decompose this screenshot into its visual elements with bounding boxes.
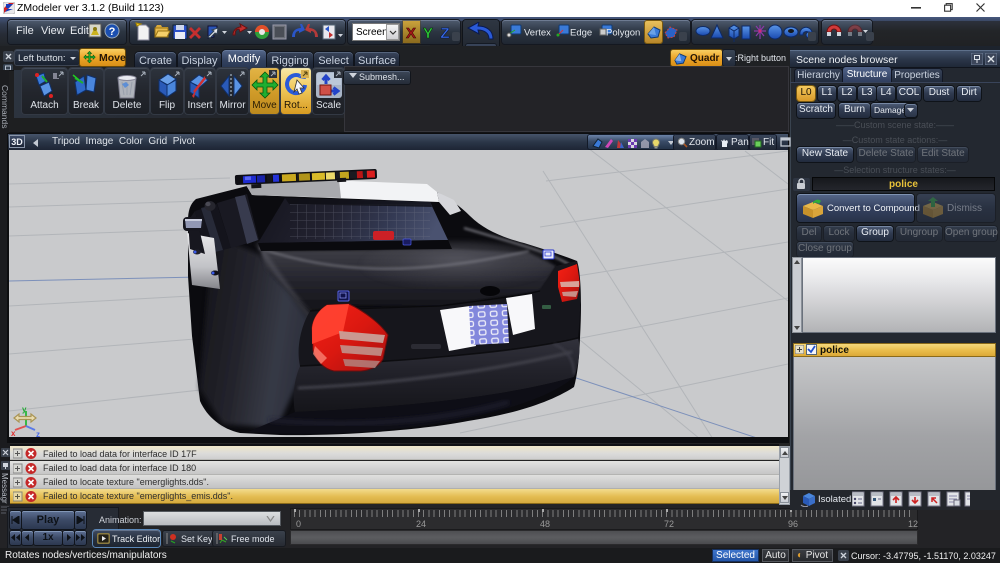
svg-text:z: z (36, 430, 40, 437)
svg-text:X: X (406, 25, 416, 42)
svg-text:y: y (22, 405, 27, 414)
svg-text:Vertex: Vertex (524, 28, 551, 39)
svg-text:?: ? (109, 26, 116, 38)
svg-text:Edge: Edge (570, 28, 592, 39)
svg-text:x: x (11, 429, 16, 437)
svg-text:Z: Z (440, 25, 449, 42)
svg-text:Polygon: Polygon (606, 28, 640, 39)
svg-text:Y: Y (423, 25, 433, 42)
